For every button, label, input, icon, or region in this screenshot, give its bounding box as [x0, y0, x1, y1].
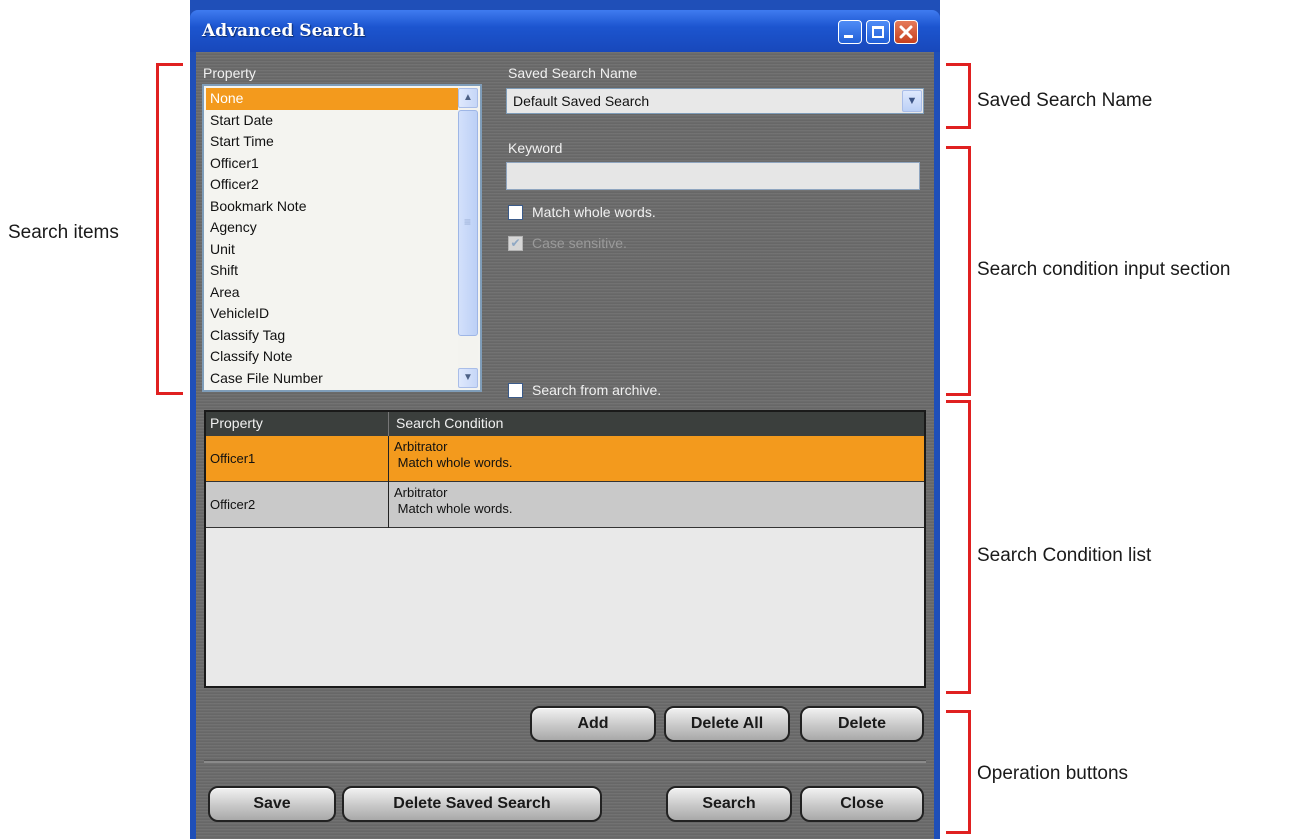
property-list-item[interactable]: Start Time — [206, 131, 458, 153]
annotation-operation-buttons: Operation buttons — [977, 763, 1129, 784]
case-sensitive-label: Case sensitive. — [532, 235, 627, 251]
close-icon — [899, 25, 913, 39]
property-list-item[interactable]: Classify Tag — [206, 325, 458, 347]
close-window-button[interactable] — [894, 20, 918, 44]
scroll-down-button[interactable]: ▼ — [458, 368, 478, 388]
grip-icon: ≡ — [464, 215, 472, 229]
minimize-icon — [844, 35, 853, 38]
annotation-saved-search-name: Saved Search Name — [977, 90, 1153, 111]
search-button[interactable]: Search — [666, 786, 792, 822]
saved-search-name-value: Default Saved Search — [513, 93, 650, 109]
table-row[interactable]: Officer1 Arbitrator Match whole words. — [206, 436, 924, 482]
chevron-down-icon: ▼ — [463, 372, 473, 383]
case-sensitive-checkbox[interactable]: ✔ — [508, 236, 523, 251]
scroll-thumb[interactable]: ≡ — [458, 110, 478, 336]
property-scrollbar[interactable]: ▲ ≡ ▼ — [458, 88, 478, 388]
table-header: Property Search Condition — [206, 412, 924, 436]
save-button[interactable]: Save — [208, 786, 336, 822]
close-button[interactable]: Close — [800, 786, 924, 822]
maximize-button[interactable] — [866, 20, 890, 44]
search-from-archive-checkbox[interactable] — [508, 383, 523, 398]
row-condition-line2: Match whole words. — [394, 501, 513, 516]
property-list-item[interactable]: Shift — [206, 260, 458, 282]
header-property[interactable]: Property — [210, 415, 263, 431]
property-list-item[interactable]: Officer2 — [206, 174, 458, 196]
search-condition-table[interactable]: Property Search Condition Officer1 Arbit… — [204, 410, 926, 688]
scroll-up-button[interactable]: ▲ — [458, 88, 478, 108]
row-property: Officer1 — [210, 451, 256, 466]
match-whole-words-checkbox[interactable] — [508, 205, 523, 220]
minimize-button[interactable] — [838, 20, 862, 44]
saved-search-name-label: Saved Search Name — [508, 65, 638, 81]
column-divider — [388, 436, 389, 528]
delete-saved-search-button[interactable]: Delete Saved Search — [342, 786, 602, 822]
keyword-input[interactable] — [506, 162, 920, 190]
property-list-item[interactable]: Case File Number — [206, 368, 458, 390]
annotation-search-condition-list: Search Condition list — [977, 545, 1152, 566]
property-list-item[interactable]: Agency — [206, 217, 458, 239]
window-title: Advanced Search — [202, 21, 366, 41]
search-from-archive-label: Search from archive. — [532, 382, 662, 398]
property-list-item[interactable]: Classify Note — [206, 346, 458, 368]
chevron-up-icon: ▲ — [463, 92, 473, 103]
row-property: Officer2 — [210, 497, 256, 512]
chevron-down-icon: ▼ — [906, 95, 918, 107]
bracket-search-condition-list — [946, 400, 971, 694]
property-list-item[interactable]: Bookmark Note — [206, 196, 458, 218]
row-condition-line1: Arbitrator — [394, 485, 448, 500]
delete-all-button[interactable]: Delete All — [664, 706, 790, 742]
match-whole-words-label: Match whole words. — [532, 204, 656, 220]
bracket-search-items — [156, 63, 183, 395]
property-list-item[interactable]: Area — [206, 282, 458, 304]
property-label: Property — [203, 65, 256, 81]
bracket-search-condition-input — [946, 146, 971, 396]
row-condition: Arbitrator Match whole words. — [394, 485, 513, 517]
row-condition: Arbitrator Match whole words. — [394, 439, 513, 471]
dialog-client-area: Property None Start Date Start Time Officer… — [196, 52, 934, 839]
keyword-label: Keyword — [508, 140, 563, 156]
delete-button[interactable]: Delete — [800, 706, 924, 742]
row-condition-line1: Arbitrator — [394, 439, 448, 454]
property-list-item[interactable]: Unit — [206, 239, 458, 261]
property-list-item[interactable]: Officer1 — [206, 153, 458, 175]
property-list-item[interactable]: VehicleID — [206, 303, 458, 325]
header-search-condition[interactable]: Search Condition — [396, 415, 503, 431]
header-divider — [388, 412, 389, 436]
property-list-item[interactable]: Start Date — [206, 110, 458, 132]
bracket-operation-buttons — [946, 710, 971, 834]
maximize-icon — [872, 26, 884, 38]
property-items: None Start Date Start Time Officer1 Officer2… — [206, 88, 458, 389]
table-row[interactable]: Officer2 Arbitrator Match whole words. — [206, 482, 924, 528]
checkmark-icon: ✔ — [510, 236, 521, 250]
annotation-search-items: Search items — [8, 222, 119, 243]
title-bar[interactable]: Advanced Search — [190, 10, 940, 52]
saved-search-name-select[interactable]: Default Saved Search ▼ — [506, 88, 924, 114]
saved-search-dropdown-button[interactable]: ▼ — [902, 90, 922, 112]
row-condition-line2: Match whole words. — [394, 455, 513, 470]
button-separator — [204, 760, 926, 763]
add-button[interactable]: Add — [530, 706, 656, 742]
bracket-saved-search-name — [946, 63, 971, 129]
property-listbox[interactable]: None Start Date Start Time Officer1 Officer2… — [202, 84, 482, 392]
annotation-search-condition-input: Search condition input section — [977, 259, 1231, 280]
property-list-item[interactable]: None — [206, 88, 458, 110]
advanced-search-window: Advanced Search Property None Start Date S… — [190, 0, 940, 839]
